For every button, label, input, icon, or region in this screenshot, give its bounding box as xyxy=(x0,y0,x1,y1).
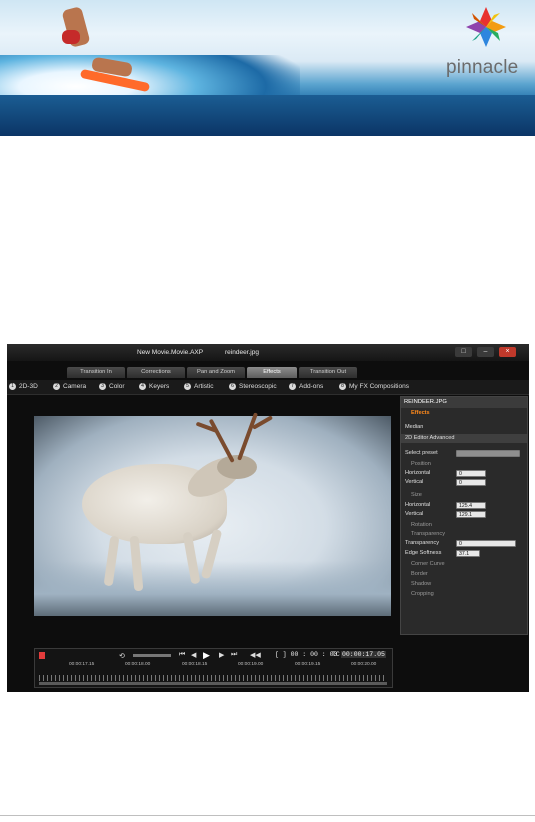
timeline-ruler[interactable] xyxy=(39,675,387,681)
category-number: 6 xyxy=(229,383,236,390)
window-titlebar: New Movie.Movie.AXP reindeer.jpg □ – × xyxy=(7,344,529,361)
section-transparency[interactable]: Transparency xyxy=(401,530,527,539)
category-label: Artistic xyxy=(194,383,214,391)
transparency-field[interactable]: 0 xyxy=(456,540,516,547)
size-horizontal-field[interactable]: 125.4 xyxy=(456,502,486,509)
pinnacle-banner: pinnacle xyxy=(0,0,535,136)
section-corner-curve[interactable]: Corner Curve xyxy=(401,560,527,569)
skip-start-icon[interactable]: ⏮ xyxy=(179,651,185,659)
category-label: Add-ons xyxy=(299,383,324,391)
section-shadow[interactable]: Shadow xyxy=(401,580,527,589)
effects-panel: REINDEER.JPG Effects Median 2D Editor Ad… xyxy=(400,396,528,635)
tc-label: TC xyxy=(332,651,340,658)
category-number: 7 xyxy=(289,383,296,390)
ruler-tick-label: 00:00:17.15 xyxy=(69,662,95,667)
panel-file-title: REINDEER.JPG xyxy=(401,397,527,408)
minimize-button[interactable]: – xyxy=(477,347,494,357)
surfer-shorts xyxy=(62,30,80,44)
page-footer-rule xyxy=(0,815,535,816)
loop-icon[interactable]: ⟲ xyxy=(119,652,125,660)
marker-icon[interactable] xyxy=(39,652,45,659)
select-preset-dropdown[interactable] xyxy=(456,450,520,457)
play-icon[interactable]: ▶ xyxy=(203,650,210,661)
category-number: 4 xyxy=(139,383,146,390)
section-size[interactable]: Size xyxy=(401,491,527,500)
size-vertical-field[interactable]: 129.1 xyxy=(456,511,486,518)
category-number: 5 xyxy=(184,383,191,390)
category-number: 8 xyxy=(339,383,346,390)
effect-median[interactable]: Median xyxy=(401,423,527,432)
section-position[interactable]: Position xyxy=(401,460,527,469)
category-artistic[interactable]: 5 Artistic xyxy=(184,383,214,390)
category-my-fx-compositions[interactable]: 8 My FX Compositions xyxy=(339,383,409,390)
shuttle-slider[interactable] xyxy=(133,654,171,657)
category-camera[interactable]: 2 Camera xyxy=(53,383,86,390)
step-back-icon[interactable]: ◀ xyxy=(191,651,196,659)
category-label: Camera xyxy=(63,383,87,391)
preview-snow xyxy=(34,561,391,616)
pinnacle-logo-icon xyxy=(466,7,506,47)
section-rotation[interactable]: Rotation xyxy=(401,521,527,530)
section-cropping[interactable]: Cropping xyxy=(401,590,527,599)
category-keyers[interactable]: 4 Keyers xyxy=(139,383,169,390)
category-bar: 1 2D-3D 2 Camera 3 Color 4 Keyers 5 Artistic … xyxy=(7,380,529,395)
tab-pan-and-zoom[interactable]: Pan and Zoom xyxy=(187,367,245,378)
category-label: 2D-3D xyxy=(19,383,38,391)
category-add-ons[interactable]: 7 Add-ons xyxy=(289,383,323,390)
close-button[interactable]: × xyxy=(499,347,516,357)
pinnacle-logo-text: pinnacle xyxy=(446,57,519,78)
restore-button[interactable]: □ xyxy=(455,347,472,357)
tab-transition-out[interactable]: Transition Out xyxy=(299,367,357,378)
effect-tabs: Transition In Corrections Pan and Zoom E… xyxy=(7,364,529,378)
category-label: Stereoscopic xyxy=(239,383,277,391)
timeline-scrollbar[interactable] xyxy=(39,682,387,685)
category-number: 1 xyxy=(9,383,16,390)
tab-corrections[interactable]: Corrections xyxy=(127,367,185,378)
category-label: Color xyxy=(109,383,125,391)
panel-effects-label: Effects xyxy=(411,410,430,416)
ruler-tick-label: 00:00:20.00 xyxy=(351,662,377,667)
pinnacle-effect-editor-screenshot: New Movie.Movie.AXP reindeer.jpg □ – × T… xyxy=(7,344,529,692)
category-number: 3 xyxy=(99,383,106,390)
ruler-tick-label: 00:00:19.15 xyxy=(295,662,321,667)
current-timecode[interactable]: 00:00:17.05 xyxy=(341,651,386,658)
position-vertical-field[interactable]: 0 xyxy=(456,479,486,486)
category-label: Keyers xyxy=(149,383,170,391)
file-title: reindeer.jpg xyxy=(225,349,259,356)
step-forward-icon[interactable]: ▶ xyxy=(219,651,224,659)
ruler-tick-label: 00:00:18.15 xyxy=(182,662,208,667)
tab-transition-in[interactable]: Transition In xyxy=(67,367,125,378)
section-border[interactable]: Border xyxy=(401,570,527,579)
timeline: ⟲ ⏮ ◀ ▶ ▶ ⏭ ◀◀ [ ] 00 : 00 : 03 : 00 TC … xyxy=(34,648,393,688)
category-stereoscopic[interactable]: 6 Stereoscopic xyxy=(229,383,277,390)
category-color[interactable]: 3 Color xyxy=(99,383,125,390)
volume-icon[interactable]: ◀◀ xyxy=(250,651,261,659)
skip-end-icon[interactable]: ⏭ xyxy=(231,651,237,659)
category-number: 2 xyxy=(53,383,60,390)
project-title: New Movie.Movie.AXP xyxy=(137,349,204,356)
effect-2d-editor-advanced[interactable]: 2D Editor Advanced xyxy=(401,434,527,443)
ruler-tick-label: 00:00:18.00 xyxy=(125,662,151,667)
category-2d-3d[interactable]: 1 2D-3D xyxy=(9,383,38,390)
ruler-tick-label: 00:00:19.00 xyxy=(238,662,264,667)
edge-softness-field[interactable]: 37.1 xyxy=(456,550,480,557)
position-horizontal-field[interactable]: 0 xyxy=(456,470,486,477)
tab-effects[interactable]: Effects xyxy=(247,367,297,378)
category-label: My FX Compositions xyxy=(349,383,409,391)
sea-graphic xyxy=(0,95,535,136)
